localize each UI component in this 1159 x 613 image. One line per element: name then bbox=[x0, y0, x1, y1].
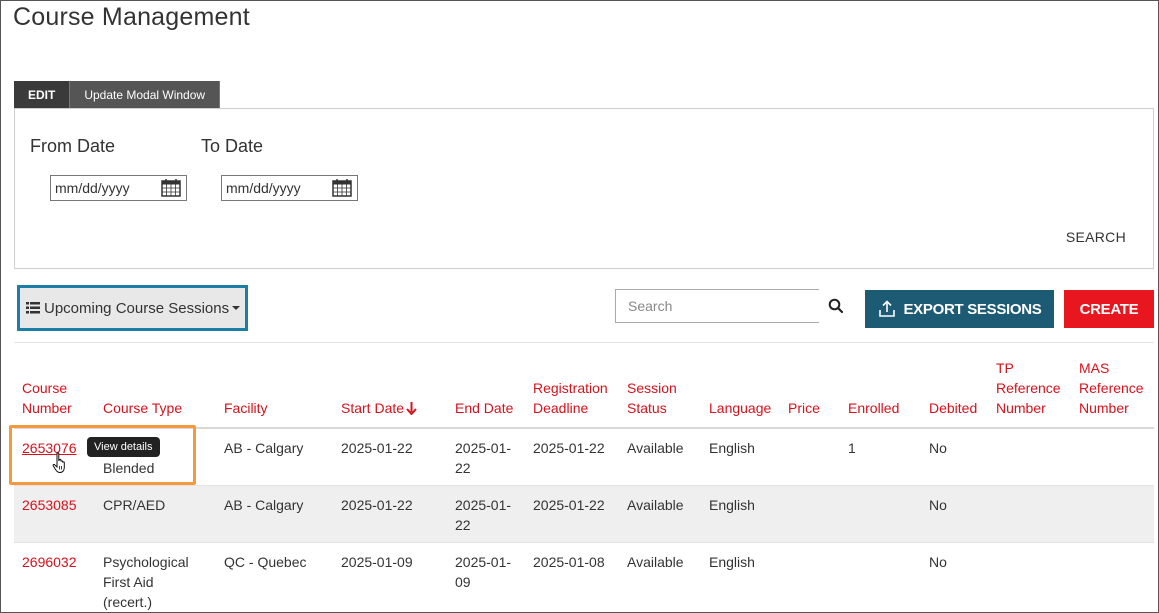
registration-deadline-cell: 2025-01-22 bbox=[533, 497, 605, 513]
session-view-label: Upcoming Course Sessions bbox=[44, 299, 230, 317]
table-row[interactable]: 2696032 Psychological First Aid (recert.… bbox=[14, 543, 1154, 613]
session-view-dropdown[interactable]: Upcoming Course Sessions bbox=[17, 285, 248, 331]
course-type-cell: Blended bbox=[103, 460, 155, 476]
language-cell: English bbox=[709, 497, 755, 513]
divider bbox=[14, 342, 1154, 343]
header-course-type[interactable]: Course Type bbox=[103, 398, 182, 418]
session-status-cell: Available bbox=[627, 440, 684, 456]
from-date-placeholder: mm/dd/yyyy bbox=[55, 180, 130, 196]
header-debited[interactable]: Debited bbox=[929, 398, 977, 418]
course-sessions-table: Course Number Course Type Facility Start… bbox=[14, 353, 1154, 613]
header-price[interactable]: Price bbox=[788, 398, 820, 418]
list-icon bbox=[26, 302, 40, 314]
registration-deadline-cell: 2025-01-08 bbox=[533, 554, 605, 570]
tab-bar: EDIT Update Modal Window bbox=[14, 81, 221, 109]
export-sessions-button[interactable]: EXPORT SESSIONS bbox=[865, 290, 1054, 328]
table-header: Course Number Course Type Facility Start… bbox=[14, 353, 1154, 429]
debited-cell: No bbox=[929, 497, 947, 513]
end-date-cell: 2025-01- 22 bbox=[455, 497, 512, 533]
caret-down-icon bbox=[232, 306, 241, 310]
to-date-label: To Date bbox=[201, 136, 264, 156]
calendar-icon[interactable] bbox=[161, 179, 181, 197]
header-course-number[interactable]: Course Number bbox=[22, 378, 72, 418]
tab-edit[interactable]: EDIT bbox=[14, 81, 71, 109]
header-facility[interactable]: Facility bbox=[224, 398, 268, 418]
to-date-input[interactable]: mm/dd/yyyy bbox=[221, 175, 358, 201]
calendar-icon[interactable] bbox=[332, 179, 352, 197]
header-start-date-label: Start Date bbox=[341, 400, 405, 416]
sort-down-arrow-icon bbox=[406, 402, 417, 416]
header-language[interactable]: Language bbox=[709, 398, 771, 418]
table-row[interactable]: 2653085 CPR/AED AB - Calgary 2025-01-22 … bbox=[14, 486, 1154, 543]
start-date-cell: 2025-01-22 bbox=[341, 440, 413, 456]
session-status-cell: Available bbox=[627, 497, 684, 513]
header-registration-deadline[interactable]: Registration Deadline bbox=[533, 378, 608, 418]
view-details-tooltip: View details bbox=[87, 437, 160, 457]
session-status-cell: Available bbox=[627, 554, 684, 570]
export-sessions-label: EXPORT SESSIONS bbox=[903, 300, 1042, 318]
from-date-label: From Date bbox=[30, 136, 116, 156]
header-tp-reference-number[interactable]: TP Reference Number bbox=[996, 358, 1061, 418]
create-button[interactable]: CREATE bbox=[1064, 290, 1154, 328]
language-cell: English bbox=[709, 554, 755, 570]
start-date-cell: 2025-01-09 bbox=[341, 554, 413, 570]
course-type-cell: CPR/AED bbox=[103, 497, 166, 513]
facility-cell: QC - Quebec bbox=[224, 554, 307, 570]
course-number-link[interactable]: 2653076 bbox=[22, 438, 77, 458]
date-search-button[interactable]: SEARCH bbox=[1066, 229, 1126, 245]
search-icon[interactable] bbox=[827, 297, 845, 315]
enrolled-cell: 1 bbox=[848, 440, 856, 456]
header-start-date[interactable]: Start Date bbox=[341, 398, 417, 418]
debited-cell: No bbox=[929, 554, 947, 570]
upload-icon bbox=[879, 300, 896, 317]
course-number-link[interactable]: 2696032 bbox=[22, 552, 77, 572]
header-enrolled[interactable]: Enrolled bbox=[848, 398, 899, 418]
course-number-link[interactable]: 2653085 bbox=[22, 495, 77, 515]
end-date-cell: 2025-01- 22 bbox=[455, 440, 512, 476]
header-session-status[interactable]: Session Status bbox=[627, 378, 677, 418]
table-row[interactable]: 2653076 Blended AB - Calgary 2025-01-22 … bbox=[14, 429, 1154, 486]
header-end-date[interactable]: End Date bbox=[455, 398, 513, 418]
registration-deadline-cell: 2025-01-22 bbox=[533, 440, 605, 456]
start-date-cell: 2025-01-22 bbox=[341, 497, 413, 513]
course-type-cell: Psychological First Aid (recert.) bbox=[103, 554, 189, 610]
language-cell: English bbox=[709, 440, 755, 456]
date-filter-panel: From Date To Date mm/dd/yyyy mm/dd/yyyy bbox=[14, 108, 1154, 269]
header-mas-reference-number[interactable]: MAS Reference Number bbox=[1079, 358, 1144, 418]
pointer-cursor-icon bbox=[52, 452, 65, 474]
session-search-input[interactable] bbox=[615, 289, 819, 323]
page-title: Course Management bbox=[13, 3, 250, 31]
end-date-cell: 2025-01- 09 bbox=[455, 554, 512, 590]
facility-cell: AB - Calgary bbox=[224, 440, 304, 456]
from-date-input[interactable]: mm/dd/yyyy bbox=[50, 175, 187, 201]
tab-update-modal-window[interactable]: Update Modal Window bbox=[70, 81, 221, 109]
facility-cell: AB - Calgary bbox=[224, 497, 304, 513]
to-date-placeholder: mm/dd/yyyy bbox=[226, 180, 301, 196]
debited-cell: No bbox=[929, 440, 947, 456]
